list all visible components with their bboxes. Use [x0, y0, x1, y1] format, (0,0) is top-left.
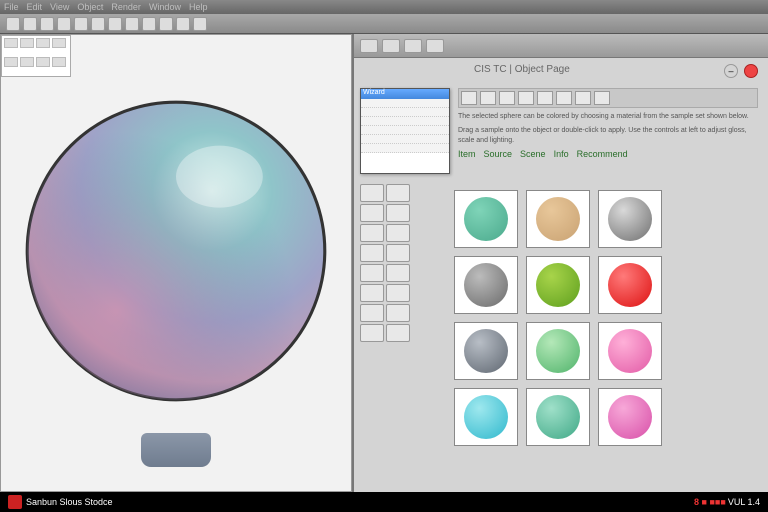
- menu-object[interactable]: Object: [77, 2, 103, 12]
- menu-window[interactable]: Window: [149, 2, 181, 12]
- wizard-window[interactable]: Wizard: [360, 88, 450, 174]
- wizard-title: Wizard: [361, 89, 449, 99]
- record-icon[interactable]: [744, 64, 758, 78]
- tool-button[interactable]: [386, 184, 410, 202]
- app-title: Sanbun Slous Stodce: [26, 497, 113, 507]
- redo-icon[interactable]: [74, 17, 88, 31]
- swatch-tan-matte[interactable]: [526, 190, 590, 248]
- swatch-teal-matte[interactable]: [454, 190, 518, 248]
- prop-icon[interactable]: [518, 91, 534, 105]
- tool-button[interactable]: [386, 204, 410, 222]
- tool-button[interactable]: [386, 304, 410, 322]
- version-label: VUL 1.4: [728, 497, 760, 507]
- app-badge-icon: [8, 495, 22, 509]
- tool-button[interactable]: [360, 264, 384, 282]
- tool-button[interactable]: [360, 224, 384, 242]
- material-swatches: [454, 190, 662, 446]
- menu-view[interactable]: View: [50, 2, 69, 12]
- sphere-object[interactable]: [21, 96, 331, 406]
- tab-source[interactable]: Source: [484, 149, 513, 159]
- swatch-pink-gloss[interactable]: [598, 322, 662, 380]
- property-icon-row: [458, 88, 758, 108]
- menu-help[interactable]: Help: [189, 2, 208, 12]
- panel-title: CIS TC | Object Page: [474, 64, 570, 75]
- tool-button[interactable]: [360, 184, 384, 202]
- property-tabs: Item Source Scene Info Recommend: [458, 149, 758, 159]
- save-icon[interactable]: [40, 17, 54, 31]
- tool-button[interactable]: [386, 224, 410, 242]
- prop-icon[interactable]: [556, 91, 572, 105]
- scale-icon[interactable]: [193, 17, 207, 31]
- menu-edit[interactable]: Edit: [27, 2, 43, 12]
- prop-icon[interactable]: [461, 91, 477, 105]
- panel-icon[interactable]: [404, 39, 422, 53]
- list-item[interactable]: [361, 117, 449, 126]
- panel-icon[interactable]: [426, 39, 444, 53]
- cut-icon[interactable]: [91, 17, 105, 31]
- tool-button[interactable]: [360, 244, 384, 262]
- move-icon[interactable]: [159, 17, 173, 31]
- properties-body: The selected sphere can be colored by ch…: [458, 88, 758, 159]
- menu-file[interactable]: File: [4, 2, 19, 12]
- prop-icon[interactable]: [537, 91, 553, 105]
- tool-button[interactable]: [386, 324, 410, 342]
- tool-button[interactable]: [360, 204, 384, 222]
- list-item[interactable]: [361, 99, 449, 108]
- swatch-green-gloss[interactable]: [526, 256, 590, 314]
- viewport[interactable]: [1, 39, 351, 491]
- swatch-grey-split[interactable]: [598, 190, 662, 248]
- canvas-panel: [0, 34, 352, 492]
- new-icon[interactable]: [6, 17, 20, 31]
- description-text: The selected sphere can be colored by ch…: [458, 112, 758, 122]
- status-bar: Sanbun Slous Stodce 8 ■ ■■■ VUL 1.4: [0, 492, 768, 512]
- tab-info[interactable]: Info: [554, 149, 569, 159]
- tab-recommend[interactable]: Recommend: [577, 149, 628, 159]
- side-tool-column: [360, 184, 414, 342]
- list-item[interactable]: [361, 126, 449, 135]
- description-text: Drag a sample onto the object or double-…: [458, 126, 758, 146]
- undo-icon[interactable]: [57, 17, 71, 31]
- prop-icon[interactable]: [499, 91, 515, 105]
- rotate-icon[interactable]: [176, 17, 190, 31]
- select-icon[interactable]: [142, 17, 156, 31]
- tool-button[interactable]: [386, 244, 410, 262]
- menu-render[interactable]: Render: [111, 2, 141, 12]
- properties-toolbar: [354, 34, 768, 58]
- minimize-icon[interactable]: –: [724, 64, 738, 78]
- menu-bar: File Edit View Object Render Window Help: [0, 0, 768, 14]
- panel-controls: –: [724, 64, 758, 78]
- swatch-red-gloss[interactable]: [598, 256, 662, 314]
- copy-icon[interactable]: [108, 17, 122, 31]
- list-item[interactable]: [361, 144, 449, 153]
- sphere-stand: [141, 433, 211, 467]
- open-icon[interactable]: [23, 17, 37, 31]
- tab-item[interactable]: Item: [458, 149, 476, 159]
- main-toolbar: [0, 14, 768, 34]
- panel-icon[interactable]: [360, 39, 378, 53]
- brand-mark: 8 ■ ■■■: [694, 497, 726, 507]
- tab-scene[interactable]: Scene: [520, 149, 546, 159]
- swatch-grey-gloss[interactable]: [454, 256, 518, 314]
- prop-icon[interactable]: [480, 91, 496, 105]
- swatch-magenta[interactable]: [598, 388, 662, 446]
- list-item[interactable]: [361, 135, 449, 144]
- prop-icon[interactable]: [594, 91, 610, 105]
- prop-icon[interactable]: [575, 91, 591, 105]
- tool-button[interactable]: [386, 264, 410, 282]
- tool-button[interactable]: [360, 324, 384, 342]
- tool-button[interactable]: [386, 284, 410, 302]
- swatch-jade[interactable]: [526, 388, 590, 446]
- tool-button[interactable]: [360, 304, 384, 322]
- panel-icon[interactable]: [382, 39, 400, 53]
- properties-panel: CIS TC | Object Page – Wizard: [352, 34, 768, 492]
- swatch-mint-gloss[interactable]: [526, 322, 590, 380]
- swatch-steel[interactable]: [454, 322, 518, 380]
- tool-button[interactable]: [360, 284, 384, 302]
- list-item[interactable]: [361, 108, 449, 117]
- swatch-cyan-glass[interactable]: [454, 388, 518, 446]
- paste-icon[interactable]: [125, 17, 139, 31]
